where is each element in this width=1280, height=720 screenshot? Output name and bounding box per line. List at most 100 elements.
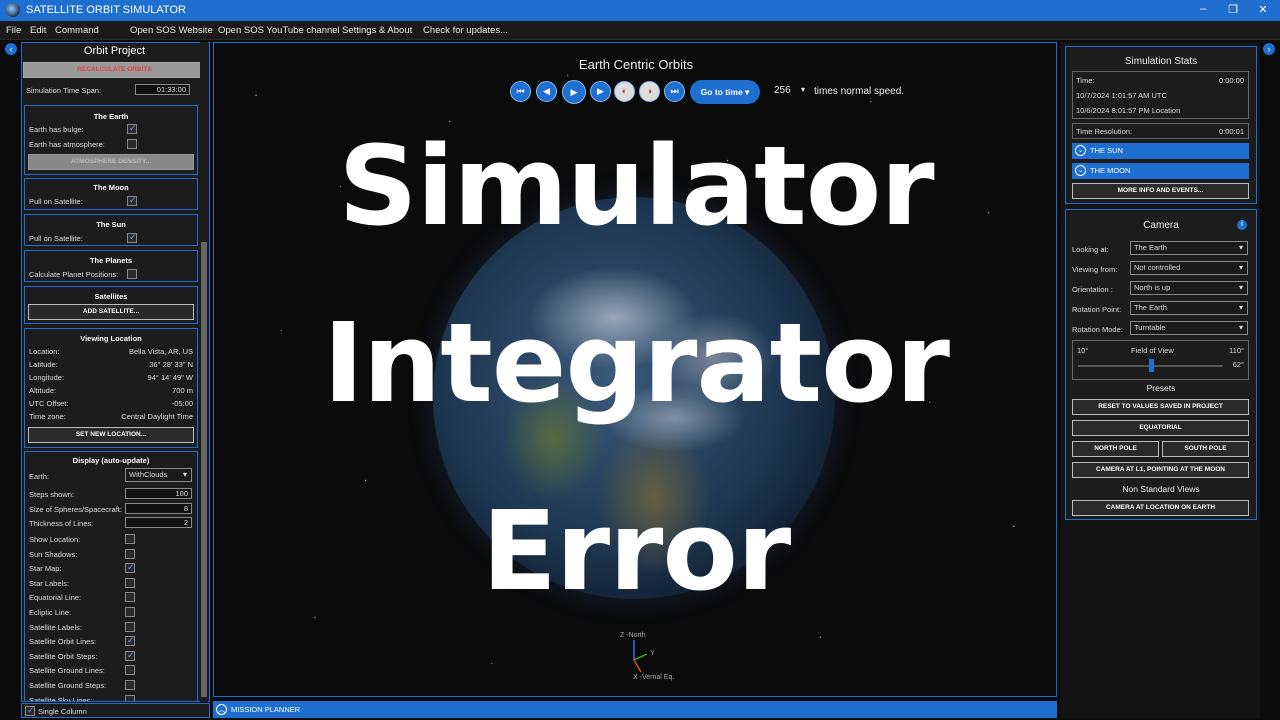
single-column-toggle[interactable]: Single Column	[21, 703, 210, 718]
display-option-checkbox[interactable]	[125, 621, 135, 632]
scroll-thumb[interactable]	[201, 242, 207, 697]
recalculate-button[interactable]: RECALCULATE ORBITS	[23, 62, 206, 78]
menu-edit[interactable]: Edit	[30, 25, 46, 36]
atmosphere-label: Earth has atmosphere:	[29, 140, 105, 149]
size-field[interactable]: 8	[125, 503, 192, 514]
sun-pull-checkbox[interactable]	[127, 232, 137, 243]
set-location-button[interactable]: SET NEW LOCATION...	[28, 427, 194, 443]
step-back-icon[interactable]: ◀	[536, 81, 557, 102]
atmosphere-density-button[interactable]: ATMOSPHERE DENSITY...	[28, 154, 194, 170]
more-info-button[interactable]: MORE INFO AND EVENTS...	[1072, 183, 1249, 199]
collapse-right-icon[interactable]: ›	[1263, 43, 1275, 55]
display-option-checkbox[interactable]	[125, 534, 135, 544]
menu-command[interactable]: Command	[55, 25, 99, 36]
play-icon[interactable]: ▶	[562, 80, 586, 104]
menu-file[interactable]: File	[6, 25, 21, 36]
fast-forward-icon[interactable]: ◑	[639, 81, 660, 102]
sun-expander-label: THE SUN	[1090, 146, 1123, 155]
planets-section: The Planets Calculate Planet Positions:	[24, 250, 198, 282]
thickness-field[interactable]: 2	[125, 517, 192, 528]
orientation-dropdown[interactable]: North is up	[1130, 281, 1248, 295]
title-bar: SATELLITE ORBIT SIMULATOR – ❐ ✕	[0, 0, 1280, 21]
sun-section: The Sun Pull on Satellite:	[24, 214, 198, 246]
section-title: The Moon	[93, 183, 129, 192]
display-option-checkbox[interactable]	[125, 680, 135, 690]
display-option-checkbox[interactable]	[125, 548, 135, 559]
camera-l1-button[interactable]: CAMERA AT L1, POINTING AT THE MOON	[1072, 462, 1249, 478]
menu-check-updates[interactable]: Check for updates...	[423, 25, 508, 36]
rotation-point-dropdown[interactable]: The Earth	[1130, 301, 1248, 315]
skip-end-icon[interactable]: ⏭	[664, 81, 685, 102]
calc-planets-checkbox[interactable]	[127, 269, 137, 279]
display-option-checkbox[interactable]	[125, 607, 135, 617]
mission-planner-bar[interactable]: ︿ MISSION PLANNER	[213, 701, 1057, 718]
time-value: 0:00:00	[1218, 76, 1244, 85]
steps-label: Steps shown:	[29, 490, 75, 499]
restore-icon[interactable]: ❐	[1218, 3, 1248, 16]
menu-open-youtube[interactable]: Open SOS YouTube channel	[218, 25, 340, 36]
stats-title: Simulation Stats	[1124, 56, 1198, 67]
location-label: Location:	[29, 347, 60, 356]
display-option-checkbox[interactable]	[125, 592, 135, 603]
go-to-time-button[interactable]: Go to time ▾	[690, 80, 760, 104]
window-title: SATELLITE ORBIT SIMULATOR	[26, 4, 186, 16]
minimize-icon[interactable]: –	[1188, 3, 1218, 15]
close-icon[interactable]: ✕	[1248, 3, 1278, 16]
viewing-from-dropdown[interactable]: Not controlled	[1130, 261, 1248, 275]
local-time: 10/6/2024 8:01:57 PM Location	[1076, 106, 1181, 115]
left-scrollbar[interactable]	[200, 42, 208, 702]
time-zone-label: Time zone:	[29, 412, 66, 421]
moon-expander[interactable]: ⌄ THE MOON	[1072, 163, 1249, 179]
steps-field[interactable]: 100	[125, 488, 192, 499]
rotation-mode-dropdown[interactable]: Turntable	[1130, 321, 1248, 335]
north-pole-button[interactable]: NORTH POLE	[1072, 441, 1159, 457]
section-title: Satellites	[94, 292, 128, 301]
sim-span-field[interactable]: 01:33:00	[135, 84, 190, 95]
earth-texture-dropdown[interactable]: WithClouds	[125, 468, 192, 482]
menu-open-website[interactable]: Open SOS Website	[130, 25, 213, 36]
menu-bar: File Edit Command Open SOS Website Open …	[0, 21, 1280, 40]
display-option-checkbox[interactable]	[125, 694, 135, 701]
mission-planner-label: MISSION PLANNER	[231, 705, 301, 714]
display-option-label: Satellite Ground Lines:	[29, 666, 105, 676]
atmosphere-checkbox[interactable]	[127, 139, 137, 149]
rewind-icon[interactable]: ◐	[614, 81, 635, 102]
skip-start-icon[interactable]: ⏮	[510, 81, 531, 102]
fov-slider-thumb[interactable]	[1149, 359, 1154, 372]
speed-dropdown-icon[interactable]: ▾	[801, 85, 805, 94]
menu-settings-about[interactable]: Settings & About	[342, 25, 412, 36]
equatorial-button[interactable]: EQUATORIAL	[1072, 420, 1249, 436]
looking-at-dropdown[interactable]: The Earth	[1130, 241, 1248, 255]
south-pole-button[interactable]: SOUTH POLE	[1162, 441, 1249, 457]
speed-label: times normal speed.	[814, 86, 905, 97]
fov-label: Field of View	[1131, 346, 1174, 355]
bulge-checkbox[interactable]	[127, 123, 137, 134]
sun-expander[interactable]: ⌄ THE SUN	[1072, 143, 1249, 159]
display-option-checkbox[interactable]	[125, 635, 135, 647]
collapse-left-icon[interactable]: ‹	[5, 43, 17, 55]
reset-camera-button[interactable]: RESET TO VALUES SAVED IN PROJECT	[1072, 399, 1249, 415]
panel-title: Orbit Project	[83, 45, 146, 57]
step-forward-icon[interactable]: ▶	[590, 81, 611, 102]
section-title: Viewing Location	[80, 334, 142, 343]
calc-planets-label: Calculate Planet Positions:	[29, 270, 119, 279]
x-axis-label: X -Vernal Eq.	[633, 674, 675, 681]
display-option-checkbox[interactable]	[125, 562, 135, 574]
speed-value[interactable]: 256	[774, 85, 791, 96]
display-option-checkbox[interactable]	[125, 650, 135, 661]
earth-display-label: Earth:	[29, 472, 50, 481]
info-icon[interactable]: i	[1237, 220, 1247, 230]
display-option-checkbox[interactable]	[125, 665, 135, 676]
utc-offset-label: UTC Offset:	[29, 399, 69, 408]
add-satellite-button[interactable]: ADD SATELLITE...	[28, 304, 194, 320]
camera-location-button[interactable]: CAMERA AT LOCATION ON EARTH	[1072, 500, 1249, 516]
3d-viewport[interactable]: Earth Centric Orbits ⏮ ◀ ▶ ▶ ◐ ◑ ⏭ Go to…	[213, 42, 1057, 697]
view-title: Earth Centric Orbits	[578, 57, 694, 72]
single-column-checkbox[interactable]	[25, 705, 35, 716]
display-option-label: Star Labels:	[29, 578, 70, 588]
moon-pull-checkbox[interactable]	[127, 195, 137, 206]
fov-value: 62°	[1232, 360, 1244, 369]
expand-up-icon[interactable]: ︿	[216, 704, 227, 715]
display-option-checkbox[interactable]	[125, 577, 135, 588]
moon-expander-label: THE MOON	[1090, 166, 1131, 175]
